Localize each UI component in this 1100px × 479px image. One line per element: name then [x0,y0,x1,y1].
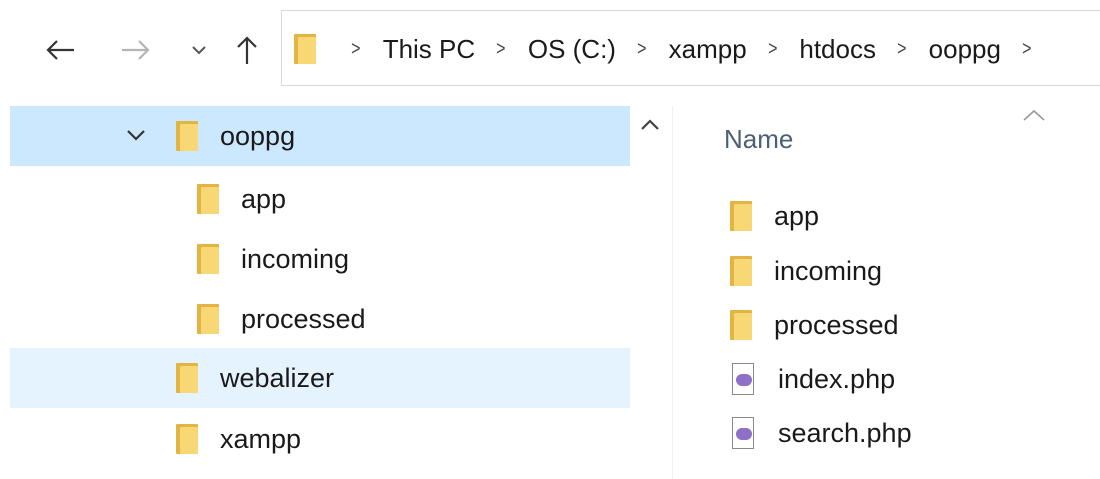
file-item-app[interactable]: app [730,190,819,242]
folder-icon [730,256,752,286]
tree-item-webalizer[interactable]: webalizer [10,348,630,408]
column-header-name[interactable]: Name [724,124,793,155]
tree-item-label: xampp [220,423,302,454]
file-name: processed [774,309,899,340]
folder-icon [176,363,198,393]
navigation-scrollbar[interactable] [632,106,672,479]
chevron-down-icon[interactable] [126,128,146,142]
file-item-incoming[interactable]: incoming [730,245,882,297]
folder-icon [294,34,316,64]
tree-item-label: processed [241,303,366,334]
file-name: search.php [778,417,912,448]
folder-icon [176,424,198,454]
breadcrumb: > This PC > OS (C:) > xampp > htdocs > o… [282,11,1054,87]
tree-item-ooppg[interactable]: ooppg [10,106,630,166]
file-item-processed[interactable]: processed [730,299,899,351]
breadcrumb-item[interactable]: htdocs [799,34,876,65]
recent-locations-button[interactable] [186,26,212,74]
file-item-search-php[interactable]: search.php [730,407,912,459]
tree-item-processed[interactable]: processed [10,289,630,349]
scroll-up-arrow-icon[interactable] [640,118,660,132]
folder-icon [730,310,752,340]
php-file-icon [730,417,756,449]
up-button[interactable] [230,26,264,74]
tree-item-xampp[interactable]: xampp [10,409,630,469]
sort-ascending-icon [1023,109,1045,121]
breadcrumb-item[interactable]: This PC [383,34,475,65]
breadcrumb-item[interactable]: xampp [669,34,747,65]
chevron-right-icon[interactable]: > [351,38,360,61]
file-name: index.php [778,363,896,394]
back-button[interactable] [40,26,80,74]
arrow-left-icon [46,40,74,60]
tree-item-label: incoming [241,243,350,274]
chevron-right-icon[interactable]: > [897,38,906,61]
address-bar[interactable]: > This PC > OS (C:) > xampp > htdocs > o… [281,10,1100,86]
file-name: incoming [774,255,883,286]
folder-icon [197,244,219,274]
arrow-up-icon [237,36,257,64]
chevron-right-icon[interactable]: > [637,38,646,61]
forward-button[interactable] [116,26,156,74]
folder-icon [176,121,198,151]
folder-icon [730,201,752,231]
tree-item-label: ooppg [220,120,296,151]
php-file-icon [730,363,756,395]
breadcrumb-item[interactable]: OS (C:) [528,34,616,65]
tree-item-app[interactable]: app [10,169,630,229]
tree-item-label: app [241,183,287,214]
pane-divider [672,106,673,479]
chevron-right-icon[interactable]: > [1022,38,1031,61]
arrow-right-icon [122,40,150,60]
file-name: app [774,200,820,231]
chevron-right-icon[interactable]: > [496,38,505,61]
file-item-index-php[interactable]: index.php [730,353,895,405]
chevron-right-icon[interactable]: > [768,38,777,61]
tree-item-label: webalizer [220,362,335,393]
folder-icon [197,184,219,214]
folder-icon [197,304,219,334]
breadcrumb-item[interactable]: ooppg [929,34,1001,65]
tree-item-incoming[interactable]: incoming [10,229,630,289]
chevron-down-icon [192,46,206,55]
